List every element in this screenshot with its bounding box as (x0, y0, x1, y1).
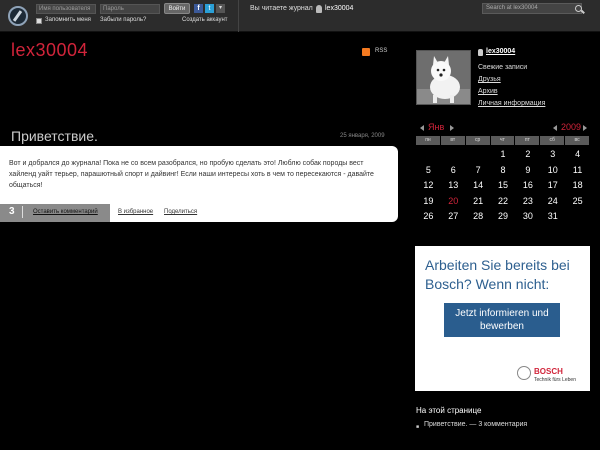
calendar-empty-cell (416, 147, 441, 163)
avatar[interactable] (416, 50, 471, 105)
calendar-day[interactable]: 7 (466, 163, 491, 179)
calendar-day[interactable]: 21 (466, 194, 491, 210)
calendar-day[interactable]: 11 (565, 163, 590, 179)
calendar-empty-cell (441, 147, 466, 163)
on-this-page-item[interactable]: Приветствие. — 3 комментария (424, 421, 527, 428)
calendar-weekday: ср (465, 136, 490, 145)
reading-journal-label: Вы читаете журнал (250, 5, 313, 12)
calendar-day[interactable]: 6 (441, 163, 466, 179)
calendar-day[interactable]: 5 (416, 163, 441, 179)
remember-me-checkbox[interactable] (36, 18, 42, 24)
calendar-day[interactable]: 15 (491, 178, 516, 194)
calendar-day[interactable]: 20 (441, 194, 466, 210)
calendar-month: Янв (428, 122, 445, 132)
leave-comment-link[interactable]: Оставить комментарий (33, 209, 98, 215)
on-this-page-title: На этой странице (416, 406, 482, 415)
user-icon (478, 49, 483, 56)
add-to-favorites-link[interactable]: В избранное (118, 209, 153, 215)
calendar-day[interactable]: 4 (565, 147, 590, 163)
calendar-empty-cell (565, 209, 590, 225)
calendar-weekday: пт (515, 136, 540, 145)
password-input[interactable]: Пароль (100, 4, 160, 14)
calendar-day[interactable]: 25 (565, 194, 590, 210)
archive-link[interactable]: Архив (478, 86, 545, 98)
rss-icon[interactable] (362, 48, 370, 56)
calendar-day[interactable]: 29 (491, 209, 516, 225)
next-month-icon[interactable] (450, 125, 454, 131)
prev-month-icon[interactable] (420, 125, 424, 131)
forgot-password-link[interactable]: Забыли пароль? (100, 17, 146, 23)
post-body: Вот и добрался до журнала! Пока не со вс… (0, 146, 398, 206)
bullet-icon: ■ (416, 424, 420, 430)
facebook-icon[interactable]: f (194, 4, 203, 13)
calendar-day[interactable]: 2 (515, 147, 540, 163)
user-icon (316, 5, 322, 13)
ad-brand: BOSCH (534, 367, 563, 376)
journal-title[interactable]: lex30004 (11, 40, 88, 61)
create-account-link[interactable]: Создать аккаунт (182, 17, 228, 23)
remember-me-label: Запомнить меня (45, 17, 91, 23)
calendar-day[interactable]: 16 (515, 178, 540, 194)
top-bar: Имя пользователя Пароль Войти f t ▾ Запо… (0, 0, 600, 32)
search-icon[interactable] (575, 5, 582, 12)
calendar-weekday: вс (565, 136, 590, 145)
calendar-day[interactable]: 1 (491, 147, 516, 163)
calendar-day[interactable]: 17 (540, 178, 565, 194)
calendar-empty-cell (466, 147, 491, 163)
reading-journal-user-link[interactable]: lex30004 (325, 5, 353, 12)
share-link[interactable]: Поделиться (164, 209, 197, 215)
username-input[interactable]: Имя пользователя (36, 4, 96, 14)
calendar-day[interactable]: 31 (540, 209, 565, 225)
profile-username-link[interactable]: lex30004 (486, 48, 515, 55)
calendar-day[interactable]: 26 (416, 209, 441, 225)
login-button[interactable]: Войти (164, 3, 190, 14)
calendar-weekday: пн (416, 136, 440, 145)
calendar-day[interactable]: 18 (565, 178, 590, 194)
calendar-day[interactable]: 12 (416, 178, 441, 194)
calendar-day[interactable]: 8 (491, 163, 516, 179)
calendar-day[interactable]: 14 (466, 178, 491, 194)
more-services-icon[interactable]: ▾ (216, 4, 225, 13)
calendar-day[interactable]: 24 (540, 194, 565, 210)
post-title[interactable]: Приветствие. (11, 128, 98, 144)
prev-year-icon[interactable] (553, 125, 557, 131)
calendar-day[interactable]: 10 (540, 163, 565, 179)
calendar-day[interactable]: 22 (491, 194, 516, 210)
calendar-day[interactable]: 13 (441, 178, 466, 194)
calendar-weekday: чт (490, 136, 515, 145)
twitter-icon[interactable]: t (205, 4, 214, 13)
post-date: 25 января, 2009 (340, 133, 385, 139)
calendar-day[interactable]: 30 (515, 209, 540, 225)
profile-links: Свежие записи Друзья Архив Личная информ… (478, 62, 545, 110)
calendar-day[interactable]: 28 (466, 209, 491, 225)
calendar-day[interactable]: 9 (515, 163, 540, 179)
profile-info-link[interactable]: Личная информация (478, 98, 545, 110)
topbar-divider (238, 0, 239, 32)
bosch-logo-icon (517, 366, 531, 380)
ad-apply-button[interactable]: Jetzt informieren und bewerben (444, 303, 560, 337)
comment-separator (22, 206, 23, 218)
calendar-day[interactable]: 3 (540, 147, 565, 163)
recent-entries-link[interactable]: Свежие записи (478, 62, 545, 74)
rss-link[interactable]: RSS (375, 48, 387, 54)
calendar-grid: 1 2 3 4 5 6 7 8 9 10 11 12 13 14 15 16 17 18 19 20 21 22 23 24 2… (416, 147, 590, 225)
calendar-day[interactable]: 23 (515, 194, 540, 210)
ad-headline: Arbeiten Sie bereits bei Bosch? Wenn nic… (425, 257, 570, 292)
ad-slogan: Technik fürs Leben (534, 377, 576, 383)
search-input[interactable]: Search at lex30004 (482, 3, 582, 14)
calendar-day[interactable]: 19 (416, 194, 441, 210)
next-year-icon[interactable] (583, 125, 587, 131)
friends-link[interactable]: Друзья (478, 74, 545, 86)
calendar-day[interactable]: 27 (441, 209, 466, 225)
livejournal-logo-icon[interactable] (8, 6, 28, 26)
calendar-weekday-header: пн вт ср чт пт сб вс (416, 136, 590, 145)
westie-dog-picture (417, 51, 470, 104)
calendar-year: 2009 (561, 122, 582, 132)
calendar-weekday: вт (440, 136, 465, 145)
calendar-weekday: сб (540, 136, 565, 145)
comment-count[interactable]: 3 (9, 206, 15, 217)
